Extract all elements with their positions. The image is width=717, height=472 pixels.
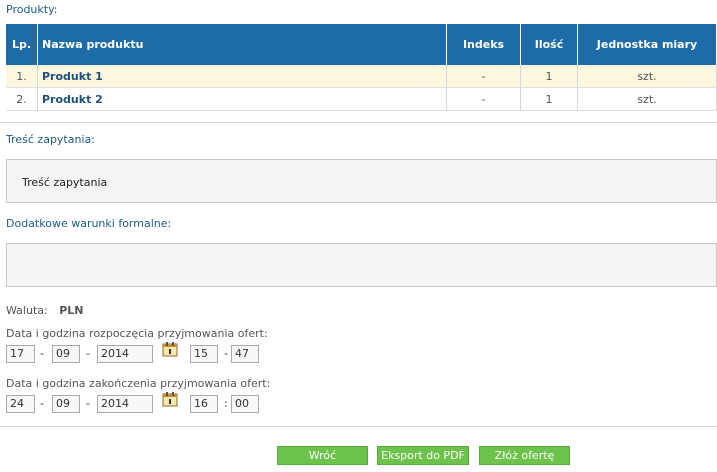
end-day-input[interactable]: 24: [6, 395, 35, 413]
end-month-input[interactable]: 09: [52, 395, 80, 413]
conditions-textarea[interactable]: [6, 243, 717, 287]
calendar-icon[interactable]: [162, 391, 178, 407]
submit-offer-button[interactable]: Złóż ofertę: [479, 446, 570, 465]
table-header-row: Lp. Nazwa produktu Indeks Ilość Jednostk…: [6, 24, 717, 65]
cell-qty: 1: [520, 87, 578, 111]
currency-row: Waluta: PLN: [6, 304, 83, 317]
end-year-input[interactable]: 2014: [97, 395, 153, 413]
divider: [0, 426, 717, 427]
start-minute-input[interactable]: 47: [231, 345, 259, 363]
end-hour-input[interactable]: 16: [190, 395, 218, 413]
date-separator: -: [86, 347, 90, 360]
start-year-input[interactable]: 2014: [97, 345, 153, 363]
start-hour-input[interactable]: 15: [190, 345, 218, 363]
currency-value: PLN: [59, 304, 84, 317]
time-separator: :: [224, 397, 228, 410]
col-header-qty: Ilość: [520, 24, 578, 65]
divider: [0, 122, 717, 123]
back-button[interactable]: Wróć: [277, 446, 368, 465]
start-day-input[interactable]: 17: [6, 345, 35, 363]
col-header-unit: Jednostka miary: [577, 24, 717, 65]
conditions-label: Dodatkowe warunki formalne:: [6, 217, 172, 230]
col-header-lp: Lp.: [6, 24, 38, 65]
date-separator: -: [40, 397, 44, 410]
calendar-icon[interactable]: [162, 341, 178, 357]
export-pdf-button[interactable]: Eksport do PDF: [377, 446, 469, 465]
cell-lp: 2.: [6, 87, 38, 111]
cell-unit: szt.: [577, 87, 717, 111]
cell-index: -: [446, 65, 521, 88]
cell-index: -: [446, 87, 521, 111]
end-date-label: Data i godzina zakończenia przyjmowania …: [6, 377, 271, 390]
date-separator: -: [40, 347, 44, 360]
currency-label: Waluta:: [6, 304, 48, 317]
table-row: 1. Produkt 1 - 1 szt.: [6, 65, 717, 88]
cell-unit: szt.: [577, 65, 717, 88]
start-month-input[interactable]: 09: [52, 345, 80, 363]
inquiry-text: Treść zapytania: [22, 176, 108, 189]
inquiry-label: Treść zapytania:: [6, 133, 95, 146]
table-row: 2. Produkt 2 - 1 szt.: [6, 87, 717, 111]
products-table: Lp. Nazwa produktu Indeks Ilość Jednostk…: [6, 24, 717, 111]
col-header-name: Nazwa produktu: [37, 24, 447, 65]
cell-lp: 1.: [6, 65, 38, 88]
col-header-index: Indeks: [446, 24, 521, 65]
end-minute-input[interactable]: 00: [231, 395, 259, 413]
inquiry-textarea[interactable]: Treść zapytania: [6, 159, 717, 203]
start-date-label: Data i godzina rozpoczęcia przyjmowania …: [6, 327, 268, 340]
time-separator: -: [224, 347, 228, 360]
cell-qty: 1: [520, 65, 578, 88]
product-name-link[interactable]: Produkt 1: [37, 65, 447, 88]
products-label: Produkty:: [6, 3, 58, 16]
date-separator: -: [86, 397, 90, 410]
product-name-link[interactable]: Produkt 2: [37, 87, 447, 111]
